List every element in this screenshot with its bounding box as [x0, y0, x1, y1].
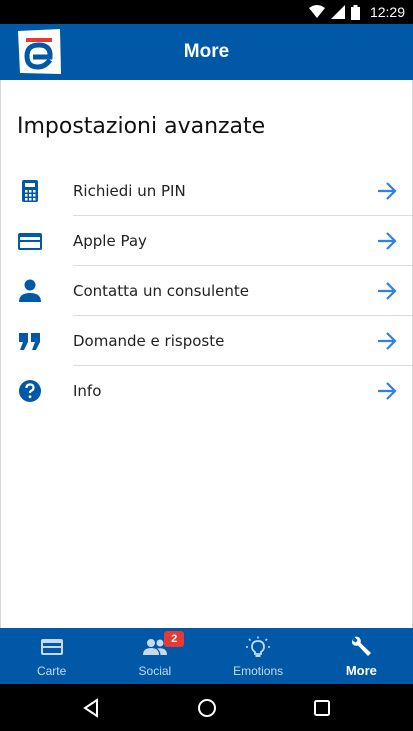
menu-item-apple-pay[interactable]: Apple Pay [1, 216, 412, 266]
wrench-icon [352, 636, 372, 656]
menu-item-info[interactable]: Info [1, 366, 412, 416]
help-circle-icon [19, 380, 41, 402]
menu-item-richiedi-pin[interactable]: Richiedi un PIN [1, 166, 412, 216]
settings-content: Impostazioni avanzate Richiedi un PIN Ap… [0, 80, 413, 628]
arrow-right-icon [378, 382, 397, 400]
app-bar: More [0, 24, 413, 80]
tab-label: More [345, 663, 377, 678]
tab-label: Emotions [233, 664, 284, 678]
menu-item-label: Richiedi un PIN [73, 182, 186, 200]
page-title: More [183, 41, 230, 62]
status-bar: 12:29 [0, 0, 413, 24]
tab-carte[interactable]: Carte [0, 628, 103, 684]
status-icons: 12:29 [308, 0, 405, 24]
tab-emotions[interactable]: Emotions [207, 628, 310, 684]
settings-menu: Richiedi un PIN Apple Pay Contatta un co… [1, 166, 412, 416]
signal-icon [330, 5, 345, 19]
arrow-right-icon [378, 282, 397, 300]
card-icon [40, 639, 63, 655]
menu-item-label: Contatta un consulente [73, 282, 250, 300]
arrow-right-icon [378, 232, 397, 250]
notification-badge: 2 [164, 631, 185, 647]
menu-item-label: Domande e risposte [73, 332, 225, 350]
menu-item-label: Apple Pay [73, 232, 147, 250]
tab-label: Social [138, 664, 172, 678]
wifi-icon [308, 5, 325, 18]
lightbulb-icon [246, 636, 271, 657]
credit-card-icon [18, 233, 42, 250]
tab-more[interactable]: More [310, 628, 413, 684]
home-icon[interactable] [195, 696, 219, 720]
tab-social[interactable]: 2 Social [103, 628, 206, 684]
arrow-right-icon [378, 182, 397, 200]
section-title: Impostazioni avanzate [17, 114, 266, 139]
quote-icon [19, 333, 40, 350]
bottom-navigation: Carte 2 Social Emotions More [0, 628, 413, 684]
system-navigation-bar [0, 684, 413, 731]
arrow-right-icon [378, 332, 397, 350]
back-icon[interactable] [79, 696, 103, 720]
status-time: 12:29 [369, 4, 405, 20]
calculator-icon [22, 180, 38, 202]
menu-item-contatta-consulente[interactable]: Contatta un consulente [1, 266, 412, 316]
menu-item-domande-risposte[interactable]: Domande e risposte [1, 316, 412, 366]
tab-label: Carte [36, 664, 67, 678]
person-icon [19, 279, 41, 302]
recents-icon[interactable] [310, 696, 334, 720]
menu-item-label: Info [73, 382, 102, 400]
battery-icon [350, 4, 360, 20]
